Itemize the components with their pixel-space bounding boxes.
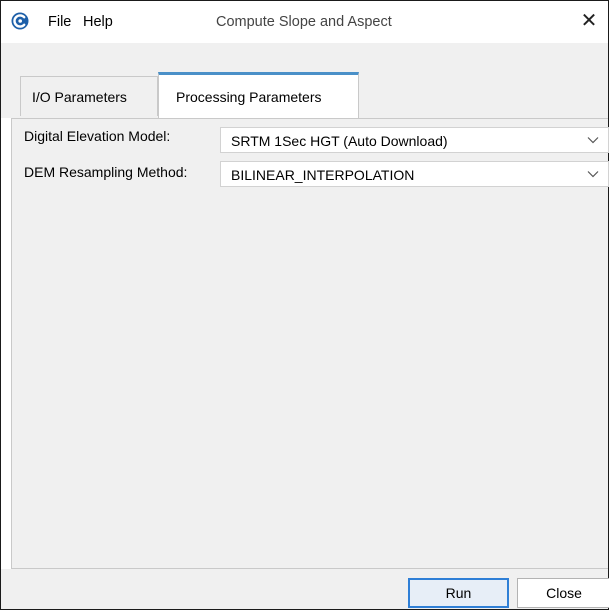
- tab-strip: I/O Parameters Processing Parameters: [1, 43, 608, 118]
- dem-label: Digital Elevation Model:: [24, 128, 171, 144]
- close-window-icon[interactable]: ✕: [579, 10, 599, 32]
- close-button[interactable]: Close: [517, 578, 609, 608]
- dem-dropdown[interactable]: SRTM 1Sec HGT (Auto Download): [220, 127, 609, 153]
- dialog-window: File Help Compute Slope and Aspect ✕ I/O…: [0, 0, 609, 610]
- title-bar: File Help Compute Slope and Aspect ✕: [1, 1, 608, 43]
- button-bar: Run Close: [1, 569, 609, 609]
- window-title: Compute Slope and Aspect: [216, 14, 392, 30]
- resampling-label: DEM Resampling Method:: [24, 164, 188, 180]
- resampling-dropdown[interactable]: BILINEAR_INTERPOLATION: [220, 161, 609, 187]
- snap-app-icon: [11, 12, 29, 30]
- chevron-down-icon: [587, 171, 599, 178]
- tab-io-parameters-label: I/O Parameters: [32, 89, 127, 105]
- menu-file[interactable]: File: [48, 14, 71, 30]
- chevron-down-icon: [587, 137, 599, 144]
- menu-help[interactable]: Help: [83, 14, 113, 30]
- resampling-dropdown-value: BILINEAR_INTERPOLATION: [231, 167, 415, 183]
- dem-dropdown-value: SRTM 1Sec HGT (Auto Download): [231, 133, 448, 149]
- tab-io-parameters[interactable]: I/O Parameters: [20, 76, 158, 116]
- tab-processing-parameters[interactable]: Processing Parameters: [158, 72, 359, 118]
- processing-parameters-panel: Digital Elevation Model: SRTM 1Sec HGT (…: [11, 118, 609, 569]
- tab-processing-parameters-label: Processing Parameters: [176, 89, 322, 105]
- run-button[interactable]: Run: [408, 578, 509, 608]
